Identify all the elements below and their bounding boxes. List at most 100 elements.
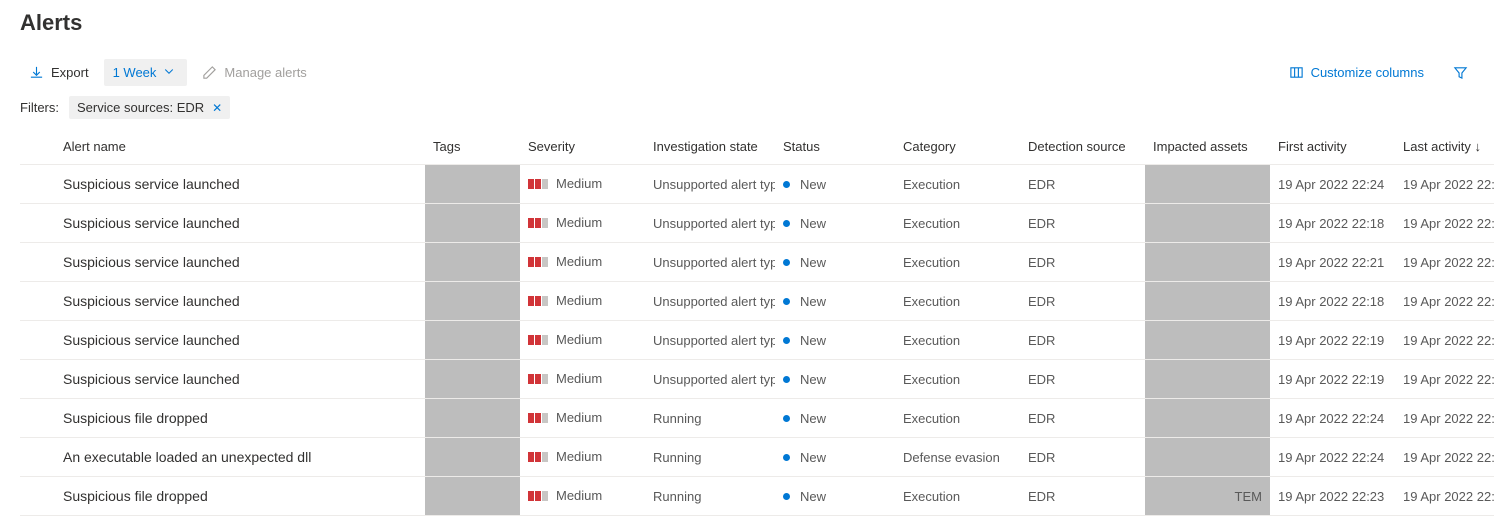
customize-columns-button[interactable]: Customize columns	[1280, 59, 1433, 86]
filter-chip[interactable]: Service sources: EDR ✕	[69, 96, 230, 119]
status-label: New	[800, 177, 826, 192]
table-row[interactable]: Suspicious service launchedMediumUnsuppo…	[20, 204, 1494, 243]
cell-alert-name[interactable]: Suspicious service launched	[55, 321, 425, 360]
row-checkbox-cell[interactable]	[20, 399, 55, 438]
cell-detection-source: EDR	[1020, 438, 1145, 477]
cell-impacted-assets: TEM	[1145, 477, 1270, 516]
cell-tags	[425, 243, 520, 282]
cell-first-activity: 19 Apr 2022 22:19	[1270, 360, 1395, 399]
col-status[interactable]: Status	[775, 129, 895, 165]
status-dot-icon	[783, 376, 790, 383]
cell-impacted-assets	[1145, 204, 1270, 243]
col-checkbox[interactable]	[20, 129, 55, 165]
cell-category: Execution	[895, 399, 1020, 438]
table-header-row: Alert name Tags Severity Investigation s…	[20, 129, 1494, 165]
cell-first-activity: 19 Apr 2022 22:24	[1270, 438, 1395, 477]
cell-alert-name[interactable]: Suspicious service launched	[55, 360, 425, 399]
cell-impacted-assets	[1145, 243, 1270, 282]
cell-alert-name[interactable]: Suspicious service launched	[55, 204, 425, 243]
cell-last-activity: 19 Apr 2022 22:25	[1395, 321, 1494, 360]
table-row[interactable]: An executable loaded an unexpected dll Me…	[20, 438, 1494, 477]
severity-bars-icon	[528, 218, 548, 228]
table-row[interactable]: Suspicious file droppedMediumRunningNewE…	[20, 477, 1494, 516]
row-checkbox-cell[interactable]	[20, 165, 55, 204]
cell-status: New	[775, 282, 895, 321]
time-range-label: 1 Week	[113, 65, 157, 80]
col-alert-name[interactable]: Alert name	[55, 129, 425, 165]
cell-alert-name[interactable]: Suspicious file dropped	[55, 399, 425, 438]
col-first-activity[interactable]: First activity	[1270, 129, 1395, 165]
pencil-icon	[202, 65, 217, 80]
col-detection-source[interactable]: Detection source	[1020, 129, 1145, 165]
severity-bars-icon	[528, 452, 548, 462]
col-category[interactable]: Category	[895, 129, 1020, 165]
cell-status: New	[775, 438, 895, 477]
cell-tags	[425, 438, 520, 477]
severity-label: Medium	[556, 371, 602, 386]
row-checkbox-cell[interactable]	[20, 477, 55, 516]
col-last-activity[interactable]: Last activity	[1395, 129, 1494, 165]
table-row[interactable]: Suspicious service launched Medium Unsuppo…	[20, 360, 1494, 399]
cell-tags	[425, 204, 520, 243]
cell-first-activity: 19 Apr 2022 22:24	[1270, 399, 1395, 438]
cell-severity: Medium	[520, 477, 645, 516]
cell-alert-name[interactable]: Suspicious service launched	[55, 282, 425, 321]
status-dot-icon	[783, 181, 790, 188]
chevron-down-icon	[163, 65, 178, 80]
cell-investigation-state: Unsupported alert type	[645, 360, 775, 399]
row-checkbox-cell[interactable]	[20, 282, 55, 321]
cell-last-activity: 19 Apr 2022 22:25	[1395, 360, 1494, 399]
cell-last-activity: 19 Apr 2022 22:30	[1395, 165, 1494, 204]
status-dot-icon	[783, 415, 790, 422]
status-dot-icon	[783, 337, 790, 344]
col-impacted-assets[interactable]: Impacted assets	[1145, 129, 1270, 165]
cell-severity: Medium	[520, 165, 645, 204]
toolbar: Export 1 Week Manage alerts	[20, 54, 1474, 90]
table-row[interactable]: Suspicious file droppedMediumRunningNewE…	[20, 399, 1494, 438]
download-icon	[29, 65, 44, 80]
cell-severity: Medium	[520, 243, 645, 282]
col-investigation-state[interactable]: Investigation state	[645, 129, 775, 165]
cell-alert-name[interactable]: Suspicious service launched	[55, 243, 425, 282]
export-label: Export	[51, 65, 89, 80]
alerts-table: Alert name Tags Severity Investigation s…	[20, 129, 1494, 516]
row-checkbox-cell[interactable]	[20, 360, 55, 399]
cell-impacted-assets	[1145, 282, 1270, 321]
col-tags[interactable]: Tags	[425, 129, 520, 165]
cell-impacted-assets	[1145, 360, 1270, 399]
row-checkbox-cell[interactable]	[20, 321, 55, 360]
cell-investigation-state: Unsupported alert type	[645, 243, 775, 282]
cell-investigation-state: Unsupported alert type	[645, 321, 775, 360]
table-row[interactable]: Suspicious service launchedMediumUnsuppo…	[20, 165, 1494, 204]
cell-category: Execution	[895, 282, 1020, 321]
cell-tags	[425, 360, 520, 399]
cell-alert-name[interactable]: An executable loaded an unexpected dll	[55, 438, 425, 477]
export-button[interactable]: Export	[20, 59, 98, 86]
row-checkbox-cell[interactable]	[20, 204, 55, 243]
customize-columns-label: Customize columns	[1311, 65, 1424, 80]
cell-status: New	[775, 399, 895, 438]
cell-alert-name[interactable]: Suspicious file dropped	[55, 477, 425, 516]
cell-investigation-state: Running	[645, 438, 775, 477]
cell-last-activity: 19 Apr 2022 22:23	[1395, 477, 1494, 516]
filter-button[interactable]	[1447, 59, 1474, 86]
status-dot-icon	[783, 298, 790, 305]
cell-alert-name[interactable]: Suspicious service launched	[55, 165, 425, 204]
cell-detection-source: EDR	[1020, 165, 1145, 204]
row-checkbox-cell[interactable]	[20, 243, 55, 282]
table-row[interactable]: Suspicious service launchedMediumUnsuppo…	[20, 321, 1494, 360]
cell-detection-source: EDR	[1020, 282, 1145, 321]
status-label: New	[800, 255, 826, 270]
row-checkbox-cell[interactable]	[20, 438, 55, 477]
col-severity[interactable]: Severity	[520, 129, 645, 165]
close-icon[interactable]: ✕	[212, 101, 222, 115]
status-dot-icon	[783, 259, 790, 266]
severity-label: Medium	[556, 449, 602, 464]
cell-status: New	[775, 477, 895, 516]
table-row[interactable]: Suspicious service launchedMediumUnsuppo…	[20, 282, 1494, 321]
cell-first-activity: 19 Apr 2022 22:23	[1270, 477, 1395, 516]
table-row[interactable]: Suspicious service launched MediumUnsuppo…	[20, 243, 1494, 282]
time-range-dropdown[interactable]: 1 Week	[104, 59, 188, 86]
cell-status: New	[775, 360, 895, 399]
severity-label: Medium	[556, 215, 602, 230]
